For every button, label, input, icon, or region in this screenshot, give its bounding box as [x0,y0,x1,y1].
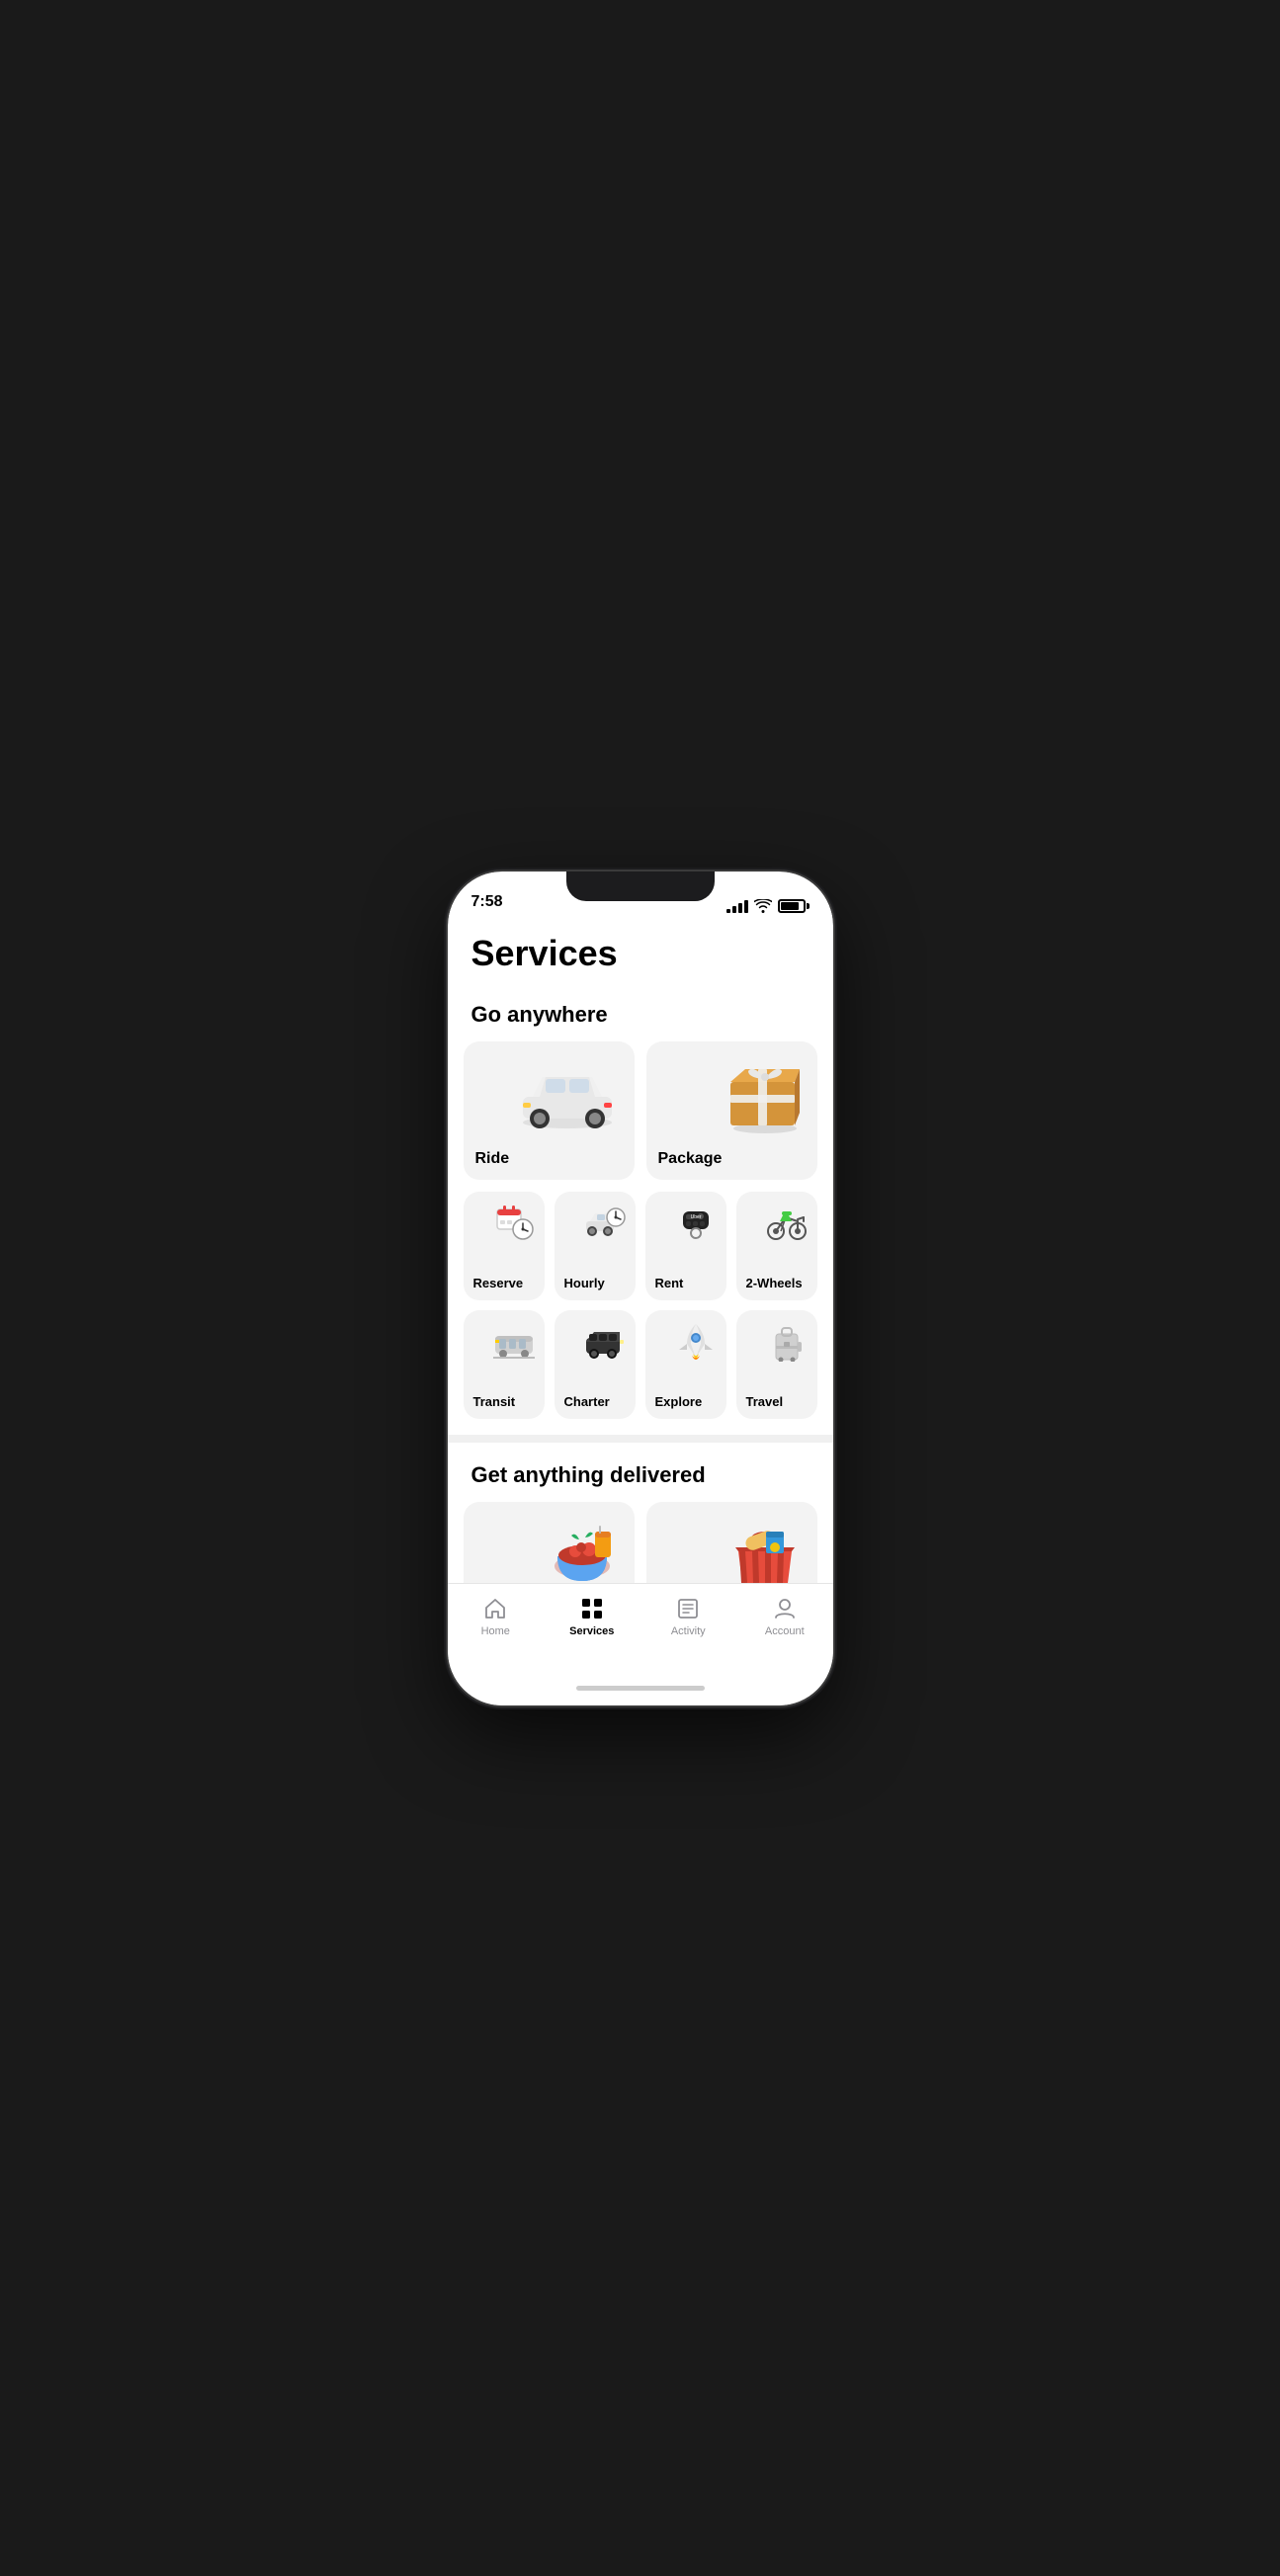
rent-label: Rent [655,1276,717,1290]
nav-home-label: Home [481,1625,510,1637]
ride-label: Ride [475,1150,623,1168]
wifi-icon [754,899,772,913]
reserve-card[interactable]: Reserve [464,1192,545,1300]
section-divider [448,1435,833,1443]
explore-label: Explore [655,1394,717,1409]
go-anywhere-section: Ride [448,1041,833,1419]
package-card[interactable]: Package [646,1041,817,1180]
home-indicator [448,1672,833,1705]
two-wheels-label: 2-Wheels [746,1276,808,1290]
package-label: Package [658,1150,806,1168]
two-wheels-icon [766,1202,808,1250]
nav-services[interactable]: Services [544,1596,640,1637]
status-icons [726,899,810,913]
travel-card[interactable]: Travel [736,1310,817,1419]
car-image [508,1055,627,1134]
person-icon [772,1596,798,1621]
hourly-label: Hourly [564,1276,626,1290]
restaurants-image [538,1512,627,1583]
hourly-card[interactable]: Hourly [555,1192,636,1300]
charter-icon [584,1320,626,1369]
nav-account-label: Account [765,1625,805,1637]
rent-card[interactable]: Uber Rent [645,1192,726,1300]
charter-label: Charter [564,1394,626,1409]
delivered-large-row: Restaurants [464,1502,817,1583]
bottom-nav: Home Services [448,1583,833,1672]
two-wheels-card[interactable]: 2-Wheels [736,1192,817,1300]
page-title: Services [448,921,833,982]
notch [566,872,715,901]
ride-card[interactable]: Ride [464,1041,635,1180]
signal-icon [726,899,748,913]
nav-account[interactable]: Account [736,1596,833,1637]
explore-icon [675,1320,717,1369]
reserve-label: Reserve [473,1276,535,1290]
explore-card[interactable]: Explore [645,1310,726,1419]
grocery-image [721,1512,810,1583]
restaurants-card[interactable]: Restaurants [464,1502,635,1583]
small-cards-row-2: Transit [464,1310,817,1419]
get-delivered-title: Get anything delivered [448,1443,833,1502]
hourly-icon [584,1202,626,1250]
nav-home[interactable]: Home [448,1596,545,1637]
go-anywhere-title: Go anywhere [448,982,833,1041]
nav-activity-label: Activity [671,1625,706,1637]
activity-icon [675,1596,701,1621]
delivered-section: Restaurants [448,1502,833,1583]
status-time: 7:58 [471,893,503,913]
phone-screen: 7:58 [448,872,833,1705]
transit-icon [493,1320,535,1369]
charter-card[interactable]: Charter [555,1310,636,1419]
home-indicator-bar [576,1686,705,1691]
nav-activity[interactable]: Activity [640,1596,737,1637]
package-image [721,1057,810,1136]
reserve-icon [493,1202,535,1250]
home-icon [482,1596,508,1621]
battery-icon [778,899,810,913]
nav-services-label: Services [569,1625,614,1637]
travel-icon [766,1320,808,1369]
small-cards-row-1: Reserve [464,1192,817,1300]
large-cards-row: Ride [464,1041,817,1180]
rent-icon: Uber [675,1202,717,1250]
grocery-card[interactable]: Grocery [646,1502,817,1583]
grid-icon [579,1596,605,1621]
phone-frame: 7:58 [448,872,833,1705]
transit-card[interactable]: Transit [464,1310,545,1419]
svg-text:Uber: Uber [690,1214,701,1220]
travel-label: Travel [746,1394,808,1409]
main-content: Services Go anywhere [448,921,833,1583]
transit-label: Transit [473,1394,535,1409]
